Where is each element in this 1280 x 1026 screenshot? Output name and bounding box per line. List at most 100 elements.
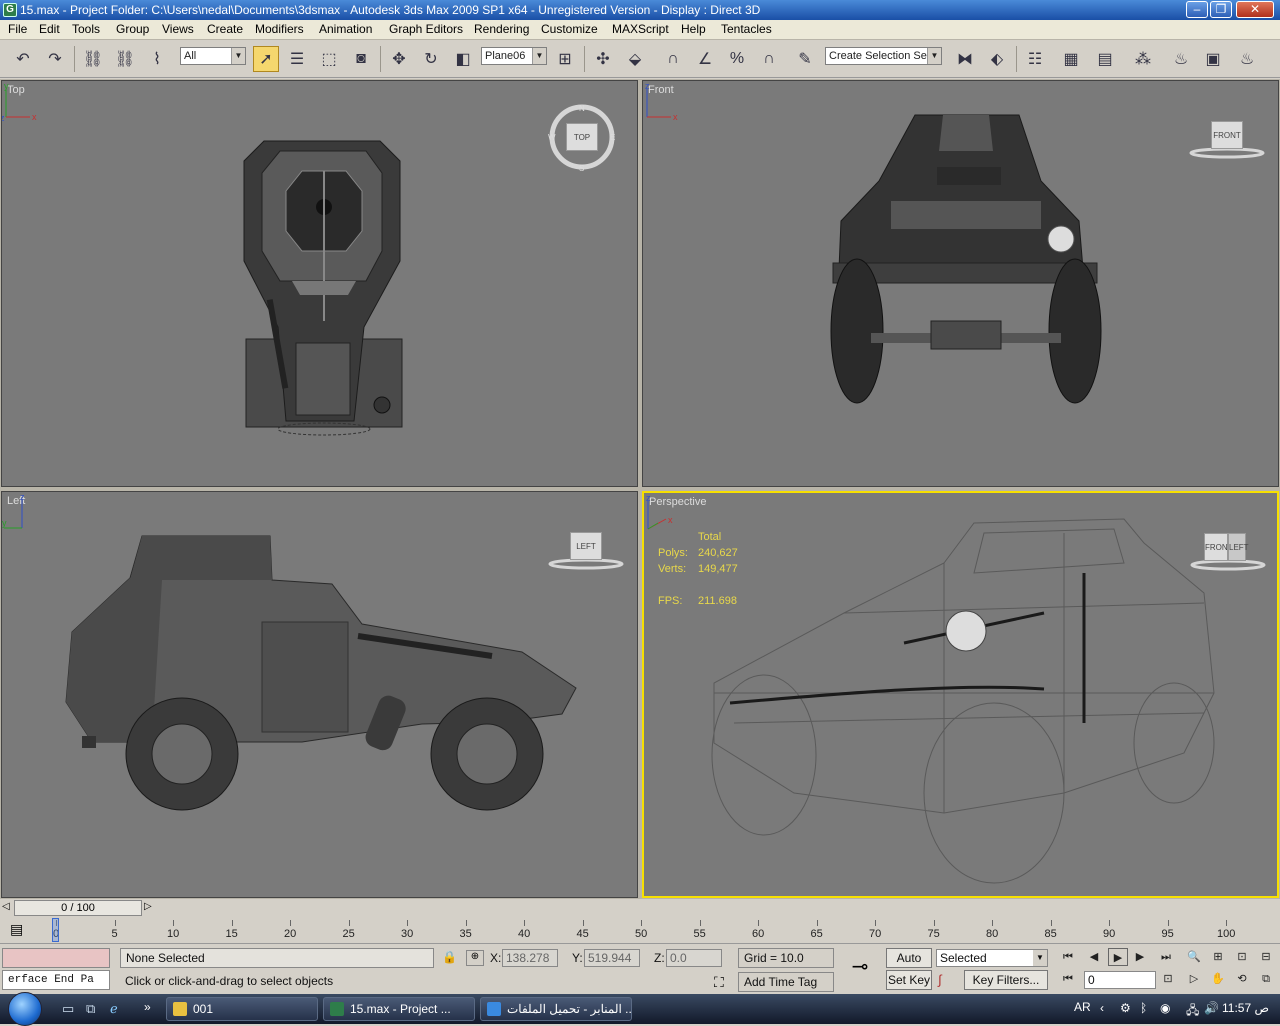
key-mode-dropdown[interactable]: Selected ▼ xyxy=(936,949,1048,967)
select-object-icon[interactable]: ➚ xyxy=(253,46,279,72)
orbit-icon[interactable]: ⟲ xyxy=(1232,970,1252,988)
unlink-icon[interactable]: ⛓ xyxy=(112,46,138,72)
bluetooth-icon[interactable]: ᛒ xyxy=(1140,1001,1147,1015)
pan-view-icon[interactable]: ✋ xyxy=(1208,970,1228,988)
maximize-viewport-icon[interactable]: ⧉ xyxy=(1256,970,1276,988)
network-icon[interactable]: 🖧 xyxy=(1186,1001,1199,1022)
maxscript-listener-output[interactable]: erface End Pa xyxy=(2,970,110,990)
lock-icon[interactable]: 🔒 xyxy=(442,950,457,964)
viewcube-face[interactable]: FRONT xyxy=(1211,121,1243,149)
menu-edit[interactable]: Edit xyxy=(39,22,60,36)
current-frame-marker[interactable] xyxy=(52,918,59,942)
mini-curve-editor-icon[interactable]: ▤ xyxy=(10,921,23,938)
key-mode-toggle-icon[interactable]: ⏮ xyxy=(1058,970,1078,988)
time-configuration-icon[interactable]: ⊡ xyxy=(1158,970,1178,988)
current-frame-field[interactable]: 0 xyxy=(1084,971,1156,989)
taskbar-item[interactable]: 001 xyxy=(166,997,318,1021)
pivot-center-icon[interactable]: ⊞ xyxy=(552,46,578,72)
chevron-right-icon[interactable]: ▷ xyxy=(144,901,152,912)
selection-filter-dropdown[interactable]: All ▼ xyxy=(180,47,246,65)
minimize-button[interactable]: – xyxy=(1186,1,1208,18)
viewcube-face[interactable]: LEFT xyxy=(570,532,602,560)
bind-space-warp-icon[interactable]: ⌇ xyxy=(144,46,170,72)
viewport-perspective[interactable]: Perspective Total Polys: 240,627 Verts: 14… xyxy=(642,491,1279,898)
schematic-view-icon[interactable]: ▤ xyxy=(1092,46,1118,72)
zoom-extents-all-icon[interactable]: ⊟ xyxy=(1256,948,1276,966)
angle-snap-icon[interactable]: ∠ xyxy=(692,46,718,72)
keyboard-shortcut-override-icon[interactable]: ⬙ xyxy=(622,46,648,72)
tray-app-icon[interactable]: ◉ xyxy=(1160,1001,1170,1015)
menu-file[interactable]: File xyxy=(8,22,27,36)
viewcube[interactable]: FRONT LEFT xyxy=(1190,523,1266,587)
select-and-rotate-icon[interactable]: ↻ xyxy=(418,46,444,72)
select-by-name-icon[interactable]: ☰ xyxy=(284,46,310,72)
field-of-view-icon[interactable]: ▷ xyxy=(1184,970,1204,988)
volume-icon[interactable]: 🔊 xyxy=(1204,1001,1219,1015)
maximize-button[interactable]: ❐ xyxy=(1210,1,1232,18)
auto-key-button[interactable]: Auto Key xyxy=(886,948,932,983)
menu-graph-editors[interactable]: Graph Editors xyxy=(389,22,463,36)
show-desktop-icon[interactable]: ▭ xyxy=(62,1001,74,1017)
key-filters-button[interactable]: Key Filters... xyxy=(964,970,1048,990)
switch-windows-icon[interactable]: ⧉ xyxy=(86,1001,95,1017)
chevron-right-icon[interactable]: » xyxy=(144,1000,151,1014)
viewcube[interactable]: N S E W TOP xyxy=(548,103,615,171)
edit-named-selection-icon[interactable]: ✎ xyxy=(792,46,818,72)
menu-maxscript[interactable]: MAXScript xyxy=(612,22,669,36)
quick-render-icon[interactable]: ♨ xyxy=(1234,46,1260,72)
maxscript-listener-input[interactable] xyxy=(2,948,110,968)
tray-tool-icon[interactable]: ⚙ xyxy=(1120,1001,1131,1015)
x-coordinate-field[interactable]: 138.278 xyxy=(502,949,558,967)
redo-icon[interactable]: ↷ xyxy=(42,46,68,72)
taskbar-item[interactable]: المنابر - تحميل الملفات ... xyxy=(480,997,632,1021)
key-icon[interactable]: ⊸ xyxy=(840,954,880,984)
taskbar-item[interactable]: 15.max - Project ... xyxy=(323,997,475,1021)
internet-explorer-icon[interactable]: ℯ xyxy=(110,1001,118,1017)
set-key-button[interactable]: Set Key xyxy=(886,970,932,990)
layer-manager-icon[interactable]: ☷ xyxy=(1022,46,1048,72)
zoom-extents-icon[interactable]: ⊡ xyxy=(1232,948,1252,966)
spinner-snap-icon[interactable]: ∩ xyxy=(756,46,782,72)
percent-snap-icon[interactable]: % xyxy=(724,46,750,72)
add-time-tag-icon[interactable]: ⛶ xyxy=(714,974,724,991)
clock[interactable]: 11:57 ص xyxy=(1222,1001,1269,1015)
menu-tentacles[interactable]: Tentacles xyxy=(721,22,772,36)
rectangular-selection-icon[interactable]: ⬚ xyxy=(316,46,342,72)
viewcube[interactable]: LEFT xyxy=(548,522,624,586)
mirror-icon[interactable]: ⧓ xyxy=(952,46,978,72)
tangent-type-icon[interactable]: ∫ xyxy=(938,972,942,987)
menu-animation[interactable]: Animation xyxy=(319,22,372,36)
menu-views[interactable]: Views xyxy=(162,22,194,36)
align-icon[interactable]: ⬖ xyxy=(984,46,1010,72)
zoom-all-icon[interactable]: ⊞ xyxy=(1208,948,1228,966)
reference-coordinate-dropdown[interactable]: Plane06 ▼ xyxy=(481,47,547,65)
viewcube-face-front[interactable]: FRONT xyxy=(1204,533,1233,561)
menu-help[interactable]: Help xyxy=(681,22,706,36)
snaps-toggle-icon[interactable]: ∩ xyxy=(660,46,686,72)
start-button[interactable] xyxy=(8,992,42,1026)
viewport-left[interactable]: Left LEFT zy xyxy=(1,491,638,898)
menu-rendering[interactable]: Rendering xyxy=(474,22,529,36)
go-to-end-icon[interactable]: ⏭ xyxy=(1156,948,1176,966)
next-frame-icon[interactable]: ▶ xyxy=(1130,948,1150,966)
select-and-link-icon[interactable]: ⛓ xyxy=(80,46,106,72)
menu-group[interactable]: Group xyxy=(116,22,149,36)
rendered-frame-window-icon[interactable]: ▣ xyxy=(1200,46,1226,72)
go-to-start-icon[interactable]: ⏮ xyxy=(1058,948,1078,966)
viewport-front[interactable]: Front FRONT zx xyxy=(642,80,1279,487)
curve-editor-icon[interactable]: ▦ xyxy=(1058,46,1084,72)
play-icon[interactable]: ▶ xyxy=(1108,948,1128,966)
viewcube-face-left[interactable]: LEFT xyxy=(1228,533,1249,561)
menu-create[interactable]: Create xyxy=(207,22,243,36)
select-and-scale-icon[interactable]: ◧ xyxy=(450,46,476,72)
select-and-move-icon[interactable]: ✥ xyxy=(386,46,412,72)
previous-frame-icon[interactable]: ◀ xyxy=(1084,948,1104,966)
chevron-left-icon[interactable]: ‹ xyxy=(1100,1001,1104,1015)
material-editor-icon[interactable]: ⁂ xyxy=(1130,46,1156,72)
manipulate-icon[interactable]: ✣ xyxy=(590,46,616,72)
viewcube[interactable]: FRONT xyxy=(1189,111,1265,175)
window-crossing-icon[interactable]: ◙ xyxy=(348,46,374,72)
language-indicator[interactable]: AR xyxy=(1074,1000,1091,1014)
z-coordinate-field[interactable]: 0.0 xyxy=(666,949,722,967)
time-slider[interactable]: 0 / 100 xyxy=(14,900,142,916)
